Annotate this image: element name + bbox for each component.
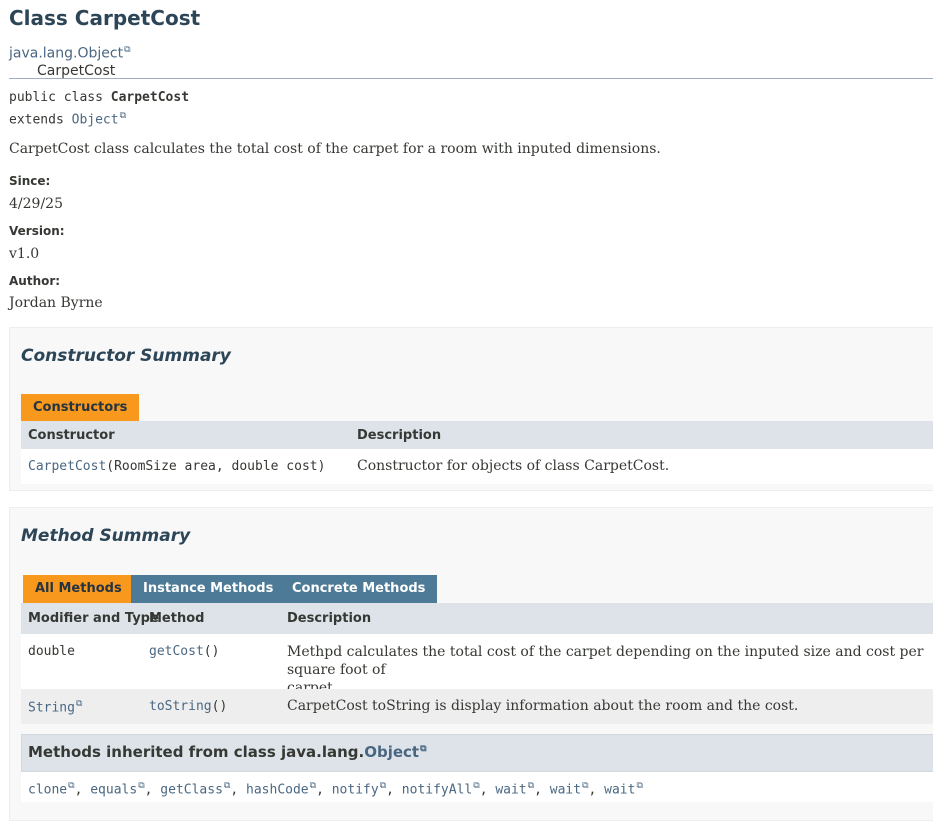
inheritance-parent-link[interactable]: java.lang.Object [9, 46, 123, 62]
since-label: Since: [9, 174, 51, 188]
constructor-params: (RoomSize area, double cost) [106, 459, 326, 474]
header-description: Description [287, 611, 372, 626]
tab-all-methods[interactable]: All Methods [23, 575, 134, 603]
author-value: Jordan Byrne [9, 295, 103, 311]
external-link-icon: ⧉ [309, 781, 317, 791]
external-link-icon: ⧉ [473, 781, 480, 791]
class-signature: public class CarpetCost extends Object⧉ [9, 88, 189, 129]
page-title: Class CarpetCost [9, 6, 201, 30]
tab-instance-methods[interactable]: Instance Methods [131, 575, 286, 603]
method-params: () [203, 644, 220, 659]
method-summary-section: Method Summary All Methods Instance Meth… [9, 507, 933, 821]
method-return-type: double [28, 644, 75, 659]
constructor-table-header: Constructor Description [21, 421, 933, 449]
signature-class-name: CarpetCost [110, 90, 190, 105]
inherited-method-clone[interactable]: clone [28, 782, 67, 797]
external-link-icon: ⧉ [124, 45, 131, 55]
inherited-method-getclass[interactable]: getClass [160, 782, 223, 797]
external-link-icon: ⧉ [68, 781, 75, 791]
inherited-method-notifyall[interactable]: notifyAll [402, 782, 472, 797]
signature-extends: extends [9, 112, 72, 128]
constructor-signature: CarpetCost(RoomSize area, double cost) [28, 459, 325, 474]
external-link-icon: ⧉ [119, 111, 127, 121]
external-link-icon: ⧉ [636, 781, 643, 791]
constructor-summary-title: Constructor Summary [21, 346, 231, 366]
inheritance-child: CarpetCost [37, 62, 116, 79]
external-link-icon: ⧉ [138, 781, 145, 791]
author-label: Author: [9, 274, 61, 288]
external-link-icon: ⧉ [582, 781, 589, 791]
method-params: () [211, 699, 228, 714]
external-link-icon: ⧉ [223, 781, 231, 791]
inherited-method-wait[interactable]: wait [495, 782, 526, 797]
header-divider [9, 78, 933, 79]
signature-prefix: public class [9, 90, 111, 105]
external-link-icon: ⧉ [379, 781, 387, 791]
class-header: Class CarpetCost java.lang.Object⧉ Carpe… [9, 4, 933, 80]
method-description-line: Methpd calculates the total cost of the … [287, 644, 924, 678]
external-link-icon: ⧉ [420, 744, 427, 754]
inherited-methods-title: Methods inherited from class java.lang.O… [28, 743, 427, 761]
tab-constructors[interactable]: Constructors [21, 394, 140, 421]
superclass-link[interactable]: Object [72, 112, 119, 127]
inherited-method-hashcode[interactable]: hashCode [246, 782, 309, 797]
inherited-methods-header: Methods inherited from class java.lang.O… [21, 734, 933, 772]
inherited-method-equals[interactable]: equals [90, 782, 137, 797]
constructor-link[interactable]: CarpetCost [28, 459, 106, 474]
header-description: Description [357, 428, 442, 443]
header-method: Method [149, 611, 205, 626]
table-row: CarpetCost(RoomSize area, double cost) C… [21, 449, 933, 484]
method-table-header: Modifier and Type Method Description [21, 603, 933, 634]
object-class-link[interactable]: Object [364, 743, 419, 761]
inheritance-tree: java.lang.Object⧉ [9, 42, 933, 62]
inherited-methods-list: clone⧉, equals⧉, getClass⧉, hashCode⧉, n… [21, 772, 933, 802]
inherited-methods-links: clone⧉, equals⧉, getClass⧉, hashCode⧉, n… [28, 781, 643, 798]
tab-concrete-methods[interactable]: Concrete Methods [280, 575, 438, 603]
method-signature: toString() [149, 699, 227, 714]
header-modifier-type: Modifier and Type [28, 611, 159, 626]
method-link-tostring[interactable]: toString [149, 699, 212, 714]
class-description: CarpetCost class calculates the total co… [9, 141, 661, 157]
external-link-icon: ⧉ [75, 699, 83, 709]
table-row: String⧉ toString() CarpetCost toString i… [21, 689, 933, 724]
method-return-type: String⧉ [28, 699, 82, 715]
method-description: CarpetCost toString is display informati… [287, 698, 799, 714]
since-value: 4/29/25 [9, 196, 63, 212]
inherited-method-wait[interactable]: wait [550, 782, 581, 797]
constructor-description: Constructor for objects of class CarpetC… [357, 458, 670, 474]
inherited-method-wait[interactable]: wait [604, 782, 635, 797]
inherited-method-notify[interactable]: notify [332, 782, 379, 797]
constructor-summary-section: Constructor Summary Constructors Constru… [9, 327, 933, 491]
version-label: Version: [9, 224, 65, 238]
version-value: v1.0 [9, 246, 40, 262]
header-constructor: Constructor [28, 428, 115, 443]
inherited-title-prefix: Methods inherited from class java.lang. [28, 743, 365, 761]
method-signature: getCost() [149, 644, 219, 659]
method-link-getcost[interactable]: getCost [149, 644, 204, 659]
string-type-link[interactable]: String [28, 700, 75, 715]
method-summary-title: Method Summary [21, 526, 191, 546]
external-link-icon: ⧉ [527, 781, 535, 791]
table-row: double getCost() Methpd calculates the t… [21, 634, 933, 696]
